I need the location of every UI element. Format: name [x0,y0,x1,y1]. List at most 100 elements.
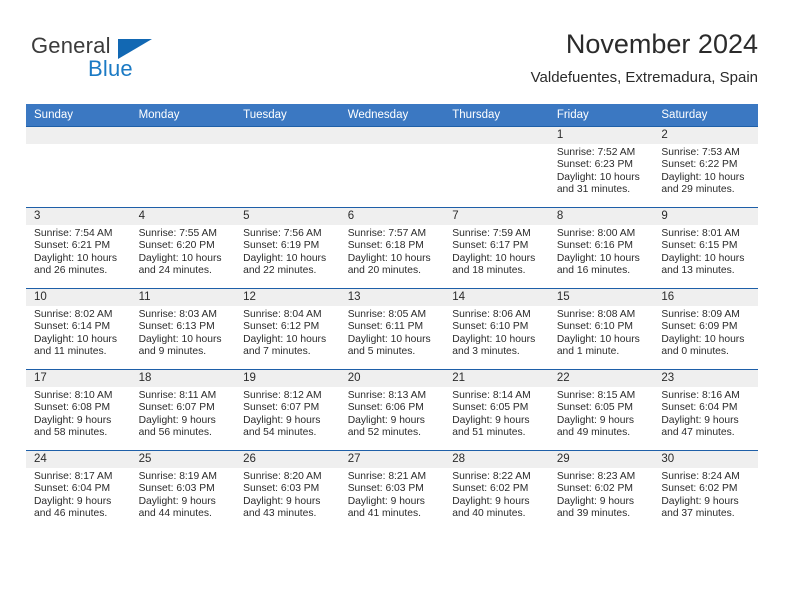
day-details: Sunrise: 7:56 AM Sunset: 6:19 PM Daylight:… [235,225,340,278]
day-detail-sunset: Sunset: 6:02 PM [556,483,633,495]
day-detail-daylight1: Daylight: 9 hours [243,495,321,507]
calendar-day-cell[interactable]: 3 Sunrise: 7:54 AM Sunset: 6:21 PM Daylight… [26,207,131,289]
day-detail-daylight2: and 22 minutes. [243,265,317,277]
day-details: Sunrise: 8:02 AM Sunset: 6:14 PM Daylight:… [26,306,131,359]
day-detail-daylight2: and 37 minutes. [661,508,735,520]
day-detail-sunrise: Sunrise: 7:52 AM [556,147,636,158]
day-detail-daylight2: and 52 minutes. [347,427,421,439]
calendar-day-cell[interactable]: 16 Sunrise: 8:09 AM Sunset: 6:09 PM Dayligh… [653,288,758,370]
day-details: Sunrise: 8:11 AM Sunset: 6:07 PM Daylight:… [131,387,236,440]
day-detail-daylight2: and 16 minutes. [556,265,631,277]
calendar-day-cell[interactable]: 28 Sunrise: 8:22 AM Sunset: 6:02 PM Dayligh… [444,450,549,531]
day-detail-daylight1: Daylight: 9 hours [661,414,739,426]
day-detail-daylight1: Daylight: 9 hours [243,414,321,426]
day-detail-sunset: Sunset: 6:09 PM [661,321,738,333]
calendar-day-cell[interactable]: 15 Sunrise: 8:08 AM Sunset: 6:10 PM Dayligh… [548,288,654,370]
day-detail-daylight1: Daylight: 10 hours [661,252,745,264]
calendar-day-cell[interactable]: 24 Sunrise: 8:17 AM Sunset: 6:04 PM Dayligh… [26,450,131,531]
day-cell-inner: 16 Sunrise: 8:09 AM Sunset: 6:09 PM Dayligh… [653,289,758,369]
day-detail-daylight2: and 44 minutes. [138,508,212,520]
calendar-day-cell[interactable]: 13 Sunrise: 8:05 AM Sunset: 6:11 PM Dayligh… [339,288,445,370]
calendar-day-cell[interactable]: 5 Sunrise: 7:56 AM Sunset: 6:19 PM Daylight… [235,207,340,289]
calendar-day-cell[interactable]: 17 Sunrise: 8:10 AM Sunset: 6:08 PM Dayligh… [26,369,131,451]
day-detail-sunrise: Sunrise: 7:55 AM [138,228,217,239]
general-blue-logo[interactable]: General Blue [26,28,216,86]
calendar-day-cell[interactable]: 29 Sunrise: 8:23 AM Sunset: 6:02 PM Dayligh… [548,450,654,531]
calendar-day-cell[interactable]: 19 Sunrise: 8:12 AM Sunset: 6:07 PM Dayligh… [235,369,340,451]
calendar-day-cell[interactable]: 21 Sunrise: 8:14 AM Sunset: 6:05 PM Dayligh… [444,369,549,451]
calendar-day-cell[interactable]: 23 Sunrise: 8:16 AM Sunset: 6:04 PM Dayligh… [653,369,758,451]
day-detail-daylight1: Daylight: 9 hours [556,495,635,507]
calendar-day-cell[interactable]: 22 Sunrise: 8:15 AM Sunset: 6:05 PM Dayligh… [548,369,654,451]
day-details: Sunrise: 8:14 AM Sunset: 6:05 PM Daylight:… [444,387,549,440]
day-detail-daylight1: Daylight: 9 hours [556,414,635,426]
day-detail-sunset: Sunset: 6:07 PM [243,402,320,414]
calendar-body: 1 Sunrise: 7:52 AM Sunset: 6:23 PM Daylight… [26,126,758,531]
day-cell-inner: 7 Sunrise: 7:59 AM Sunset: 6:17 PM Daylight… [444,208,549,288]
day-cell-inner: 20 Sunrise: 8:13 AM Sunset: 6:06 PM Dayligh… [339,370,445,450]
calendar-week-row: 10 Sunrise: 8:02 AM Sunset: 6:14 PM Dayligh… [26,288,758,370]
calendar-day-cell[interactable]: 27 Sunrise: 8:21 AM Sunset: 6:03 PM Dayligh… [339,450,445,531]
day-detail-daylight2: and 26 minutes. [34,265,108,277]
day-number [444,127,549,144]
day-detail-sunset: Sunset: 6:02 PM [452,483,529,495]
day-detail-daylight1: Daylight: 10 hours [138,252,222,264]
day-detail-sunrise: Sunrise: 8:17 AM [34,471,113,482]
calendar-day-cell[interactable]: 1 Sunrise: 7:52 AM Sunset: 6:23 PM Daylight… [548,126,654,208]
calendar-day-cell[interactable]: 6 Sunrise: 7:57 AM Sunset: 6:18 PM Daylight… [339,207,445,289]
weekday-header-sunday: Sunday [26,104,131,127]
day-detail-daylight2: and 3 minutes. [452,346,520,358]
day-detail-sunrise: Sunrise: 7:54 AM [34,228,113,239]
calendar-day-cell[interactable]: 14 Sunrise: 8:06 AM Sunset: 6:10 PM Dayligh… [444,288,549,370]
day-detail-sunset: Sunset: 6:05 PM [452,402,529,414]
calendar-day-cell[interactable]: 11 Sunrise: 8:03 AM Sunset: 6:13 PM Dayligh… [130,288,236,370]
day-number: 29 [548,451,654,468]
day-detail-daylight2: and 20 minutes. [347,265,421,277]
day-detail-sunset: Sunset: 6:13 PM [138,321,215,333]
calendar-day-cell[interactable]: 12 Sunrise: 8:04 AM Sunset: 6:12 PM Dayligh… [235,288,340,370]
calendar-day-cell-empty [130,126,236,208]
day-detail-sunrise: Sunrise: 8:22 AM [452,471,531,482]
day-cell-inner [235,127,340,207]
day-details: Sunrise: 8:00 AM Sunset: 6:16 PM Daylight:… [549,225,654,278]
calendar-day-cell[interactable]: 7 Sunrise: 7:59 AM Sunset: 6:17 PM Daylight… [444,207,549,289]
calendar-day-cell-empty [235,126,340,208]
day-detail-daylight2: and 24 minutes. [138,265,212,277]
day-cell-inner [130,127,236,207]
day-cell-inner: 17 Sunrise: 8:10 AM Sunset: 6:08 PM Dayligh… [26,370,131,450]
day-cell-inner: 18 Sunrise: 8:11 AM Sunset: 6:07 PM Dayligh… [130,370,236,450]
calendar-day-cell[interactable]: 10 Sunrise: 8:02 AM Sunset: 6:14 PM Dayligh… [26,288,131,370]
day-detail-daylight2: and 13 minutes. [661,265,735,277]
day-detail-daylight1: Daylight: 10 hours [556,171,640,183]
day-detail-daylight1: Daylight: 10 hours [556,333,640,345]
calendar-day-cell[interactable]: 9 Sunrise: 8:01 AM Sunset: 6:15 PM Daylight… [653,207,758,289]
day-detail-sunrise: Sunrise: 8:06 AM [452,309,531,320]
day-cell-inner: 23 Sunrise: 8:16 AM Sunset: 6:04 PM Dayligh… [653,370,758,450]
day-detail-sunset: Sunset: 6:16 PM [556,240,633,252]
day-cell-inner: 15 Sunrise: 8:08 AM Sunset: 6:10 PM Dayligh… [548,289,654,369]
calendar-day-cell-empty [26,126,131,208]
calendar-day-cell[interactable]: 26 Sunrise: 8:20 AM Sunset: 6:03 PM Dayligh… [235,450,340,531]
calendar-day-cell[interactable]: 18 Sunrise: 8:11 AM Sunset: 6:07 PM Dayligh… [130,369,236,451]
calendar-day-cell[interactable]: 25 Sunrise: 8:19 AM Sunset: 6:03 PM Dayligh… [130,450,236,531]
day-detail-sunset: Sunset: 6:08 PM [34,402,111,414]
day-number: 23 [653,370,758,387]
day-detail-sunrise: Sunrise: 8:13 AM [347,390,427,401]
day-detail-sunset: Sunset: 6:23 PM [556,159,633,171]
calendar-day-cell[interactable]: 8 Sunrise: 8:00 AM Sunset: 6:16 PM Daylight… [548,207,654,289]
calendar-week-row: 1 Sunrise: 7:52 AM Sunset: 6:23 PM Daylight… [26,126,758,208]
day-detail-sunset: Sunset: 6:12 PM [243,321,320,333]
calendar-day-cell[interactable]: 30 Sunrise: 8:24 AM Sunset: 6:02 PM Dayligh… [653,450,758,531]
calendar-day-cell[interactable]: 2 Sunrise: 7:53 AM Sunset: 6:22 PM Daylight… [653,126,758,208]
day-cell-inner [444,127,549,207]
day-cell-inner: 30 Sunrise: 8:24 AM Sunset: 6:02 PM Dayligh… [653,451,758,531]
day-detail-daylight2: and 39 minutes. [556,508,631,520]
day-details: Sunrise: 7:52 AM Sunset: 6:23 PM Daylight:… [549,144,654,197]
day-detail-daylight2: and 46 minutes. [34,508,108,520]
day-details: Sunrise: 7:57 AM Sunset: 6:18 PM Daylight:… [340,225,445,278]
day-detail-daylight1: Daylight: 9 hours [34,495,112,507]
day-cell-inner: 3 Sunrise: 7:54 AM Sunset: 6:21 PM Daylight… [26,208,131,288]
calendar-day-cell[interactable]: 20 Sunrise: 8:13 AM Sunset: 6:06 PM Dayligh… [339,369,445,451]
calendar-day-cell[interactable]: 4 Sunrise: 7:55 AM Sunset: 6:20 PM Daylight… [130,207,236,289]
calendar-week-row: 24 Sunrise: 8:17 AM Sunset: 6:04 PM Dayligh… [26,450,758,531]
